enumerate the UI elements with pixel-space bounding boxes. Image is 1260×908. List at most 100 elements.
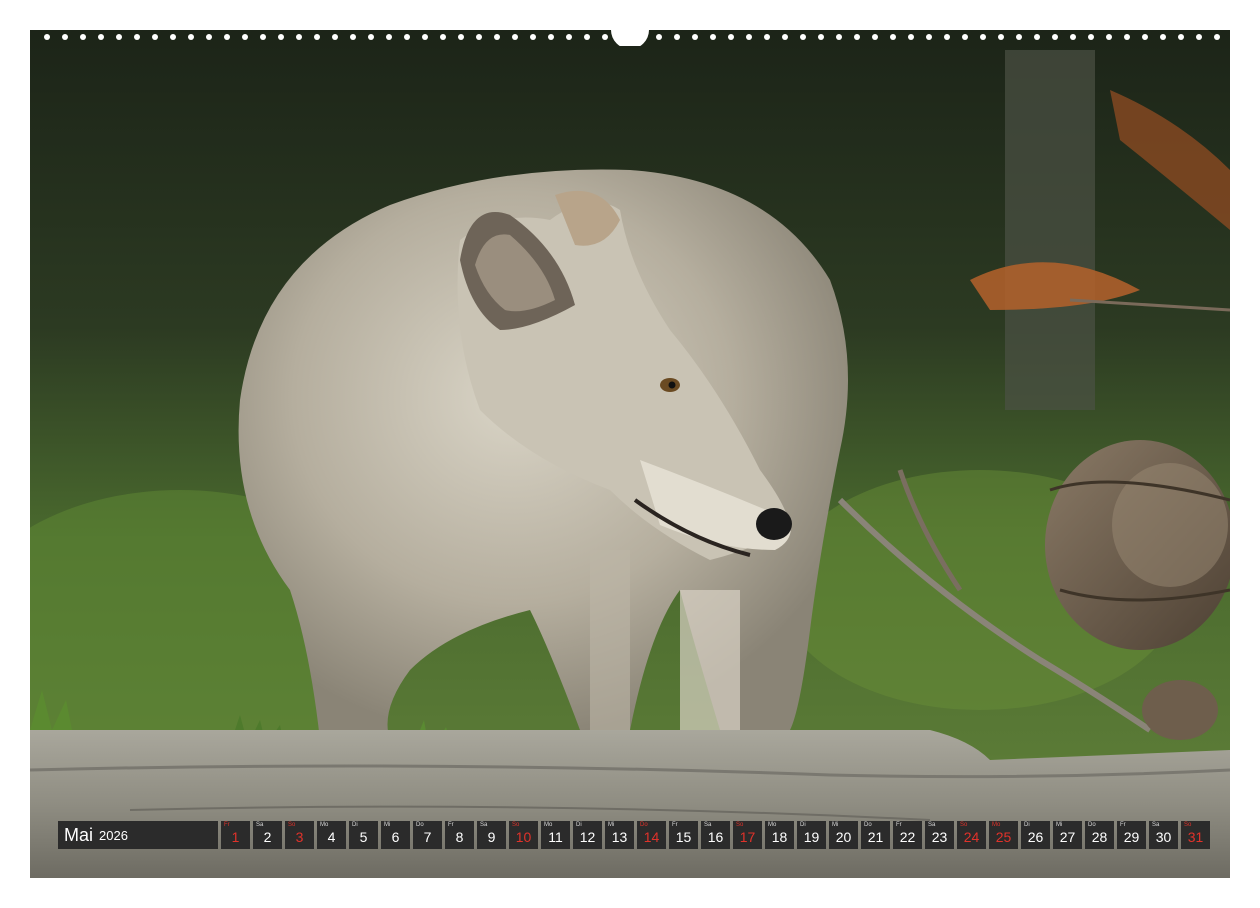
binding-hole bbox=[998, 34, 1004, 40]
weekday-abbr: Sa bbox=[928, 822, 936, 828]
binding-hole bbox=[746, 34, 752, 40]
day-cell: So 31 bbox=[1181, 821, 1210, 849]
month-name: Mai bbox=[64, 824, 94, 845]
binding-hole bbox=[368, 34, 374, 40]
binding-hole bbox=[818, 34, 824, 40]
day-cell: Sa 2 bbox=[253, 821, 282, 849]
day-number: 5 bbox=[359, 829, 368, 845]
binding-hole bbox=[458, 34, 464, 40]
binding-hole bbox=[350, 34, 356, 40]
binding-hole bbox=[404, 34, 410, 40]
day-cell: Do 21 bbox=[861, 821, 890, 849]
binding-hole bbox=[422, 34, 428, 40]
weekday-abbr: Sa bbox=[480, 822, 488, 828]
binding-hole bbox=[764, 34, 770, 40]
day-cell: Mo 4 bbox=[317, 821, 346, 849]
day-number: 6 bbox=[391, 829, 400, 845]
day-cell: So 10 bbox=[509, 821, 538, 849]
day-cell: So 24 bbox=[957, 821, 986, 849]
weekday-abbr: So bbox=[736, 822, 744, 828]
weekday-abbr: Mo bbox=[768, 822, 777, 828]
weekday-abbr: Mi bbox=[384, 822, 391, 828]
weekday-abbr: Sa bbox=[256, 822, 264, 828]
weekday-abbr: Mi bbox=[1056, 822, 1063, 828]
binding-hole bbox=[1214, 34, 1220, 40]
binding-hole bbox=[44, 34, 50, 40]
calendar-strip: Mai 2026 Fr 1 Sa 2 So 3 Mo 4 Di 5 Mi 6 Do 7 Fr 8 Sa 9 So 10… bbox=[58, 821, 1210, 849]
month-label: Mai 2026 bbox=[58, 821, 218, 849]
weekday-abbr: So bbox=[960, 822, 968, 828]
binding-hole bbox=[710, 34, 716, 40]
day-number: 29 bbox=[1123, 829, 1140, 845]
binding-hole bbox=[728, 34, 734, 40]
day-cell: Mi 27 bbox=[1053, 821, 1082, 849]
day-number: 8 bbox=[455, 829, 464, 845]
day-number: 22 bbox=[899, 829, 916, 845]
binding-hole bbox=[1088, 34, 1094, 40]
binding-hole bbox=[1106, 34, 1112, 40]
day-number: 1 bbox=[231, 829, 240, 845]
weekday-abbr: Mi bbox=[608, 822, 615, 828]
day-cell: Fr 15 bbox=[669, 821, 698, 849]
weekday-abbr: Di bbox=[1024, 822, 1030, 828]
binding-hole bbox=[530, 34, 536, 40]
wire-binding bbox=[30, 30, 1230, 46]
binding-hole bbox=[1052, 34, 1058, 40]
binding-hole bbox=[260, 34, 266, 40]
binding-hole bbox=[1016, 34, 1022, 40]
day-cell: Do 28 bbox=[1085, 821, 1114, 849]
binding-hole bbox=[134, 34, 140, 40]
binding-hole bbox=[1196, 34, 1202, 40]
weekday-abbr: Sa bbox=[1152, 822, 1160, 828]
binding-hole bbox=[566, 34, 572, 40]
binding-hole bbox=[476, 34, 482, 40]
weekday-abbr: Di bbox=[352, 822, 358, 828]
day-number: 31 bbox=[1187, 829, 1204, 845]
binding-hole bbox=[656, 34, 662, 40]
binding-hole bbox=[512, 34, 518, 40]
binding-hole bbox=[62, 34, 68, 40]
day-number: 25 bbox=[995, 829, 1012, 845]
day-number: 18 bbox=[771, 829, 788, 845]
weekday-abbr: Fr bbox=[224, 822, 230, 828]
day-number: 12 bbox=[579, 829, 596, 845]
binding-hole bbox=[836, 34, 842, 40]
weekday-abbr: Mo bbox=[544, 822, 553, 828]
day-cell: Di 5 bbox=[349, 821, 378, 849]
day-number: 27 bbox=[1059, 829, 1076, 845]
day-number: 9 bbox=[487, 829, 496, 845]
day-number: 28 bbox=[1091, 829, 1108, 845]
binding-hole bbox=[908, 34, 914, 40]
binding-hole bbox=[674, 34, 680, 40]
binding-hole bbox=[890, 34, 896, 40]
weekday-abbr: Do bbox=[864, 822, 872, 828]
hanger-notch bbox=[611, 30, 649, 46]
day-number: 7 bbox=[423, 829, 432, 845]
day-number: 17 bbox=[739, 829, 756, 845]
day-cell: Mo 11 bbox=[541, 821, 570, 849]
binding-hole bbox=[782, 34, 788, 40]
day-number: 4 bbox=[327, 829, 336, 845]
weekday-abbr: Fr bbox=[672, 822, 678, 828]
binding-hole bbox=[440, 34, 446, 40]
day-cell: Di 12 bbox=[573, 821, 602, 849]
day-cell: Mi 20 bbox=[829, 821, 858, 849]
binding-hole bbox=[548, 34, 554, 40]
day-number: 24 bbox=[963, 829, 980, 845]
day-cell: Mi 6 bbox=[381, 821, 410, 849]
binding-hole bbox=[314, 34, 320, 40]
binding-hole bbox=[1124, 34, 1130, 40]
day-cell: Sa 30 bbox=[1149, 821, 1178, 849]
binding-hole bbox=[872, 34, 878, 40]
weekday-abbr: So bbox=[1184, 822, 1192, 828]
binding-hole bbox=[116, 34, 122, 40]
binding-hole bbox=[206, 34, 212, 40]
day-number: 10 bbox=[515, 829, 532, 845]
weekday-abbr: Di bbox=[576, 822, 582, 828]
day-number: 15 bbox=[675, 829, 692, 845]
binding-hole bbox=[1160, 34, 1166, 40]
day-cell: Sa 23 bbox=[925, 821, 954, 849]
binding-hole bbox=[152, 34, 158, 40]
binding-hole bbox=[980, 34, 986, 40]
binding-hole bbox=[1070, 34, 1076, 40]
